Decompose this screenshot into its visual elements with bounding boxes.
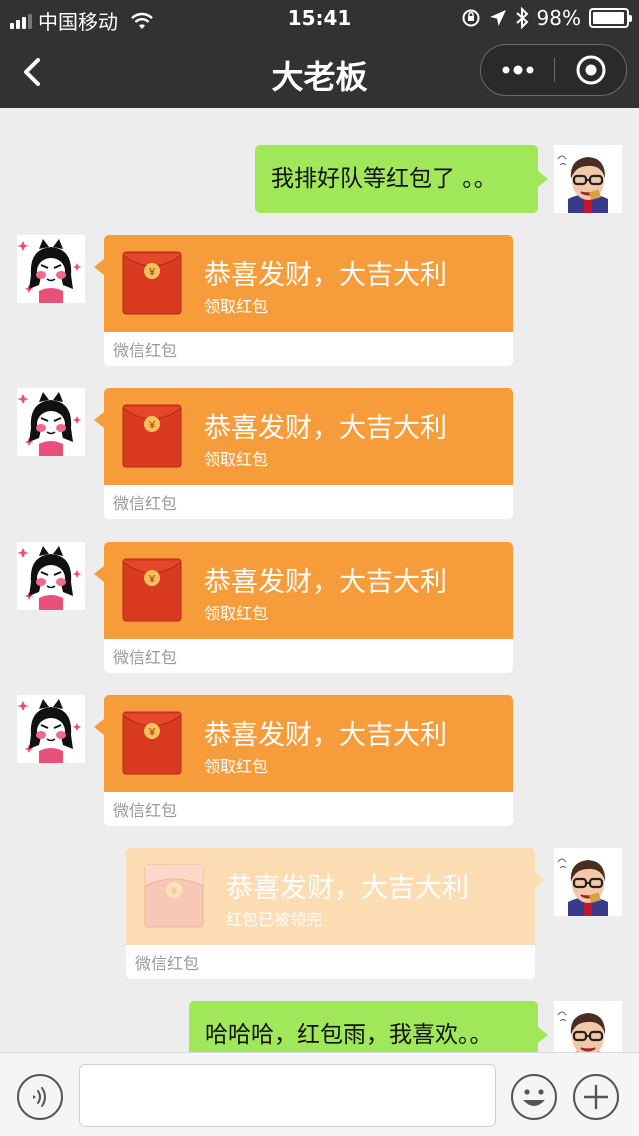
cat-girl-avatar-icon bbox=[17, 235, 85, 303]
text-bubble[interactable]: 哈哈哈，红包雨，我喜欢。。 bbox=[189, 1001, 548, 1052]
chat-list[interactable]: 我排好队等红包了 。。 ¥ 恭喜发财，大吉大利 领取红包 微信红包 ¥ 恭喜发财… bbox=[0, 108, 639, 1052]
red-packet-subtitle: 领取红包 bbox=[204, 604, 269, 623]
status-left: 中国移动 bbox=[10, 6, 154, 35]
svg-text:¥: ¥ bbox=[148, 420, 156, 432]
more-button[interactable] bbox=[481, 45, 554, 95]
avatar-self[interactable] bbox=[554, 848, 622, 916]
red-packet-subtitle: 红包已被领完 bbox=[226, 910, 323, 929]
carrier-label: 中国移动 bbox=[38, 10, 118, 34]
red-packet-footer-label: 微信红包 bbox=[113, 648, 178, 667]
red-envelope-icon: ¥ bbox=[122, 711, 182, 775]
voice-icon[interactable] bbox=[16, 1073, 64, 1121]
red-packet-footer: 微信红包 bbox=[104, 485, 513, 519]
mini-program-capsule bbox=[480, 44, 627, 96]
rotation-lock-icon bbox=[462, 9, 480, 27]
red-packet-footer-label: 微信红包 bbox=[135, 954, 200, 973]
svg-text:¥: ¥ bbox=[148, 727, 156, 739]
wifi-icon bbox=[131, 12, 153, 29]
avatar-other[interactable] bbox=[17, 235, 85, 303]
red-packet-footer: 微信红包 bbox=[104, 332, 513, 366]
red-packet-footer-label: 微信红包 bbox=[113, 341, 178, 360]
bluetooth-icon bbox=[515, 7, 528, 29]
red-packet-title: 恭喜发财，大吉大利 bbox=[204, 260, 447, 291]
red-packet-card[interactable]: ¥ 恭喜发财，大吉大利 领取红包 微信红包 bbox=[94, 235, 513, 366]
battery-icon bbox=[589, 8, 632, 28]
red-envelope-icon: ¥ bbox=[122, 251, 182, 315]
red-packet-header: ¥ 恭喜发财，大吉大利 红包已被领完 bbox=[126, 848, 535, 945]
signal-icon bbox=[10, 13, 32, 29]
red-packet-card-opened[interactable]: ¥ 恭喜发财，大吉大利 红包已被领完 微信红包 bbox=[126, 848, 545, 979]
red-packet-card[interactable]: ¥ 恭喜发财，大吉大利 领取红包 微信红包 bbox=[94, 542, 513, 673]
red-envelope-icon: ¥ bbox=[144, 864, 204, 928]
man-avatar-icon bbox=[554, 1001, 622, 1052]
svg-text:¥: ¥ bbox=[148, 574, 156, 586]
red-packet-card[interactable]: ¥ 恭喜发财，大吉大利 领取红包 微信红包 bbox=[94, 388, 513, 519]
nav-bar: 大老板 bbox=[0, 36, 639, 108]
red-packet-title: 恭喜发财，大吉大利 bbox=[204, 567, 447, 598]
message-text: 哈哈哈，红包雨，我喜欢。。 bbox=[205, 1022, 493, 1048]
status-right: 98% bbox=[461, 6, 632, 30]
red-packet-header: ¥ 恭喜发财，大吉大利 领取红包 bbox=[104, 388, 513, 485]
red-packet-footer: 微信红包 bbox=[126, 945, 535, 979]
red-envelope-icon: ¥ bbox=[122, 404, 182, 468]
red-packet-subtitle: 领取红包 bbox=[204, 297, 269, 316]
cat-girl-avatar-icon bbox=[17, 388, 85, 456]
red-packet-header: ¥ 恭喜发财，大吉大利 领取红包 bbox=[104, 542, 513, 639]
red-packet-header: ¥ 恭喜发财，大吉大利 领取红包 bbox=[104, 695, 513, 792]
svg-text:¥: ¥ bbox=[148, 267, 156, 279]
text-bubble[interactable]: 我排好队等红包了 。。 bbox=[255, 145, 548, 213]
message-input[interactable] bbox=[79, 1064, 496, 1127]
message-text: 我排好队等红包了 。。 bbox=[271, 166, 497, 192]
avatar-other[interactable] bbox=[17, 695, 85, 763]
input-bar bbox=[0, 1052, 639, 1136]
red-packet-footer-label: 微信红包 bbox=[113, 494, 178, 513]
emoji-icon[interactable] bbox=[510, 1073, 558, 1121]
red-packet-header: ¥ 恭喜发财，大吉大利 领取红包 bbox=[104, 235, 513, 332]
red-packet-title: 恭喜发财，大吉大利 bbox=[226, 873, 469, 904]
man-avatar-icon bbox=[554, 848, 622, 916]
red-packet-subtitle: 领取红包 bbox=[204, 757, 269, 776]
cat-girl-avatar-icon bbox=[17, 542, 85, 610]
target-circle-icon bbox=[576, 55, 606, 85]
red-packet-footer: 微信红包 bbox=[104, 639, 513, 673]
svg-text:¥: ¥ bbox=[170, 886, 178, 898]
avatar-self[interactable] bbox=[554, 1001, 622, 1052]
cat-girl-avatar-icon bbox=[17, 695, 85, 763]
red-packet-card[interactable]: ¥ 恭喜发财，大吉大利 领取红包 微信红包 bbox=[94, 695, 513, 826]
avatar-other[interactable] bbox=[17, 388, 85, 456]
battery-percent: 98% bbox=[536, 6, 581, 30]
location-arrow-icon bbox=[489, 10, 506, 26]
red-envelope-icon: ¥ bbox=[122, 558, 182, 622]
red-packet-title: 恭喜发财，大吉大利 bbox=[204, 413, 447, 444]
avatar-other[interactable] bbox=[17, 542, 85, 610]
red-packet-subtitle: 领取红包 bbox=[204, 450, 269, 469]
status-bar: 中国移动 15:41 98% bbox=[0, 0, 639, 36]
battery-fill bbox=[593, 12, 625, 24]
red-packet-title: 恭喜发财，大吉大利 bbox=[204, 720, 447, 751]
red-packet-footer-label: 微信红包 bbox=[113, 801, 178, 820]
man-avatar-icon bbox=[554, 145, 622, 213]
plus-icon[interactable] bbox=[572, 1073, 620, 1121]
avatar-self[interactable] bbox=[554, 145, 622, 213]
more-dots-icon bbox=[502, 65, 533, 75]
red-packet-footer: 微信红包 bbox=[104, 792, 513, 826]
close-button[interactable] bbox=[555, 45, 627, 95]
